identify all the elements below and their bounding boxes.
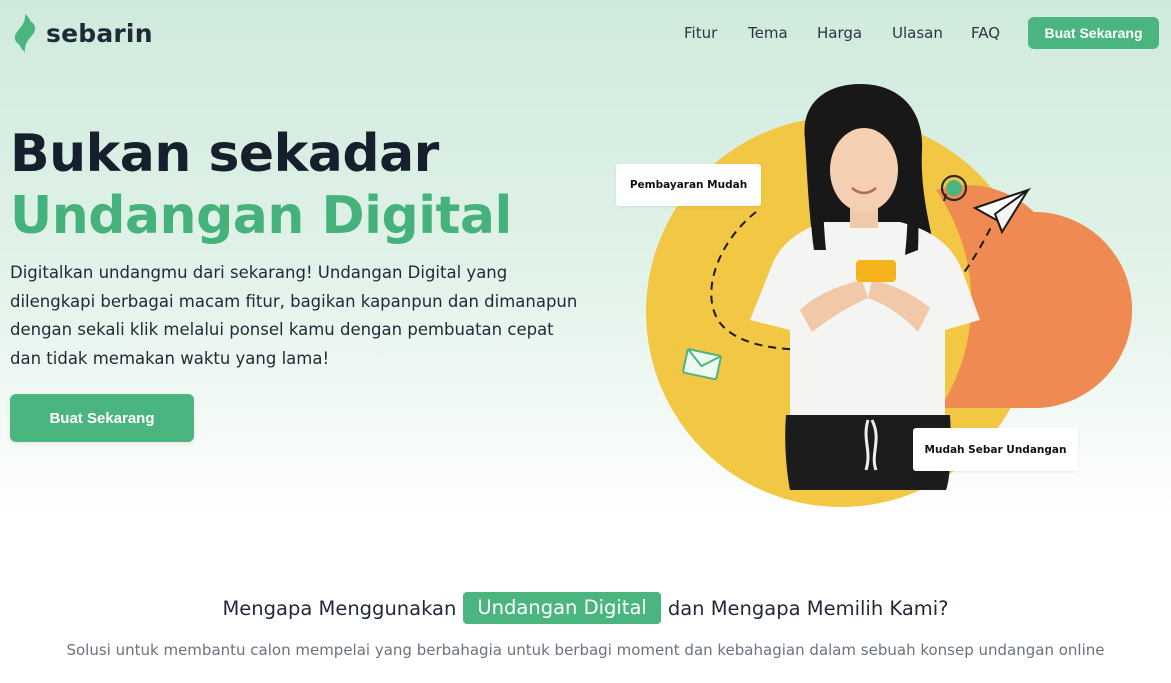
nav-link-fitur[interactable]: Fitur (684, 24, 717, 42)
nav-link-harga[interactable]: Harga (817, 24, 862, 42)
hero-headline-line2: Undangan Digital (10, 186, 512, 246)
navbar: sebarin Fitur Tema Harga Ulasan FAQ Buat… (0, 0, 1171, 68)
brand-name: sebarin (46, 18, 153, 48)
nav-create-button[interactable]: Buat Sekarang (1028, 17, 1159, 49)
why-title-highlight: Undangan Digital (463, 592, 661, 624)
why-title-before: Mengapa Menggunakan (222, 596, 457, 620)
badge-payment: Pembayaran Mudah (616, 164, 761, 206)
nav-link-faq[interactable]: FAQ (971, 24, 1000, 42)
why-section-subtitle: Solusi untuk membantu calon mempelai yan… (66, 641, 1105, 659)
hero-illustration (646, 84, 1132, 507)
why-section-title: Mengapa Menggunakan Undangan Digital dan… (0, 592, 1171, 624)
brand-logo[interactable]: sebarin (10, 12, 153, 54)
nav-link-tema[interactable]: Tema (748, 24, 788, 42)
hero-headline-line1: Bukan sekadar (10, 124, 439, 184)
hero-description: Digitalkan undangmu dari sekarang! Undan… (10, 263, 578, 368)
sebarin-leaf-logo-icon (14, 14, 36, 52)
why-title-after: dan Mengapa Memilih Kami? (667, 596, 949, 620)
nav-link-ulasan[interactable]: Ulasan (892, 24, 943, 42)
hero-create-button[interactable]: Buat Sekarang (10, 394, 194, 442)
badge-share: Mudah Sebar Undangan (913, 428, 1078, 471)
